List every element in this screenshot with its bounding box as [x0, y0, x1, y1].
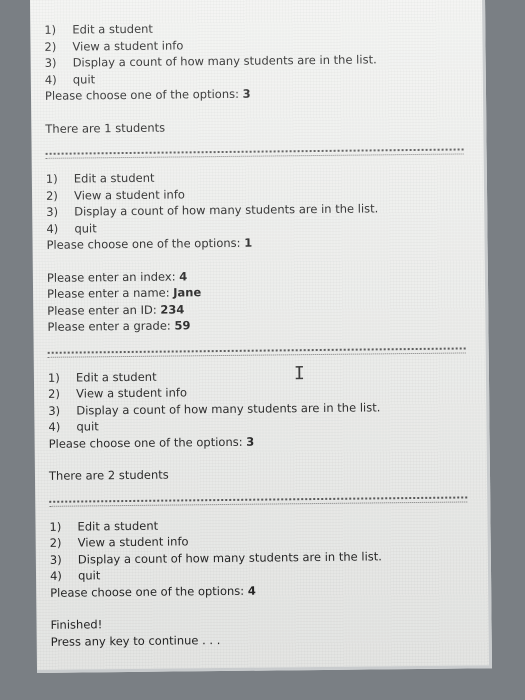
console-output: 1) Edit a student 2) View a student info 3… — [44, 17, 475, 649]
input-prompt: Please enter an index: — [46, 268, 180, 285]
menu-item-label: quit — [77, 568, 101, 583]
menu-item-label: View a student info — [72, 37, 184, 54]
menu-item-number: 4) — [46, 221, 59, 236]
menu-item-label: Edit a student — [72, 21, 153, 37]
prompt-text: Please choose one of the options: — [50, 583, 248, 600]
menu-item-label: quit — [72, 71, 96, 87]
menu-item-number: 1) — [47, 370, 60, 385]
menu-item-number: 2) — [45, 188, 58, 203]
input-prompt: Please enter a grade: — [47, 318, 175, 334]
continue-message: Press any key to continue . . . — [50, 632, 221, 649]
input-value: Jane — [173, 285, 202, 300]
photo-background: 1) Edit a student 2) View a student info 3… — [0, 0, 525, 700]
menu-block-1: 1) Edit a student 2) View a student info 3… — [44, 17, 469, 136]
asterisk-divider — [45, 148, 464, 159]
menu-item-number: 1) — [44, 22, 57, 37]
user-answer: 1 — [244, 235, 253, 250]
menu-block-2: 1) Edit a student 2) View a student info 3… — [46, 166, 472, 335]
user-answer: 4 — [247, 583, 256, 598]
menu-item-number: 2) — [44, 39, 57, 54]
menu-item-label: View a student info — [73, 186, 185, 203]
menu-item-label: Display a count of how many students are… — [76, 399, 381, 418]
menu-item-number: 4) — [48, 419, 61, 434]
menu-item-number: 2) — [49, 535, 62, 550]
menu-item-label: quit — [76, 419, 99, 434]
input-prompt: Please enter an ID: — [47, 302, 161, 318]
menu-item-number: 3) — [48, 403, 61, 418]
menu-item-number: 3) — [46, 204, 59, 219]
text-cursor-icon: I — [293, 363, 305, 385]
console-window[interactable]: 1) Edit a student 2) View a student info 3… — [30, 0, 493, 673]
menu-item-label: Edit a student — [75, 369, 157, 385]
menu-item-number: 1) — [49, 519, 62, 534]
input-grade: Please enter a grade: 59 — [47, 314, 471, 335]
menu-item-label: Edit a student — [73, 170, 155, 186]
prompt-text: Please choose one of the options: — [44, 86, 243, 103]
user-answer: 3 — [246, 434, 255, 449]
user-answer: 3 — [242, 86, 251, 101]
prompt-text: Please choose one of the options: — [48, 434, 247, 451]
menu-item-label: Display a count of how many students are… — [77, 548, 382, 567]
menu-item-label: View a student info — [76, 385, 188, 401]
menu-block-4: 1) Edit a student 2) View a student info 3… — [49, 514, 474, 650]
menu-item-number: 1) — [45, 171, 58, 186]
prompt-text: Please choose one of the options: — [46, 235, 245, 252]
menu-block-3: 1) Edit a student 2) View a student info 3… — [48, 365, 473, 484]
input-prompt: Please enter a name: — [47, 285, 174, 301]
asterisk-divider — [47, 346, 466, 358]
menu-item-number: 4) — [44, 72, 57, 87]
count-result: There are 2 students — [48, 467, 169, 483]
input-value: 234 — [160, 301, 185, 317]
menu-item-label: View a student info — [77, 534, 189, 550]
asterisk-divider — [49, 495, 468, 507]
menu-item-label: quit — [74, 220, 97, 236]
menu-item-label: Display a count of how many students are… — [72, 52, 377, 70]
menu-item-number: 4) — [49, 568, 62, 583]
menu-item-label: Display a count of how many students are… — [74, 201, 379, 219]
menu-item-number: 2) — [48, 386, 61, 401]
menu-item-label: Edit a student — [77, 518, 159, 534]
count-result: There are 1 students — [45, 120, 166, 136]
input-value: 59 — [174, 318, 191, 333]
menu-item-number: 3) — [49, 552, 62, 567]
input-value: 4 — [179, 268, 188, 283]
menu-item-number: 3) — [44, 55, 57, 70]
